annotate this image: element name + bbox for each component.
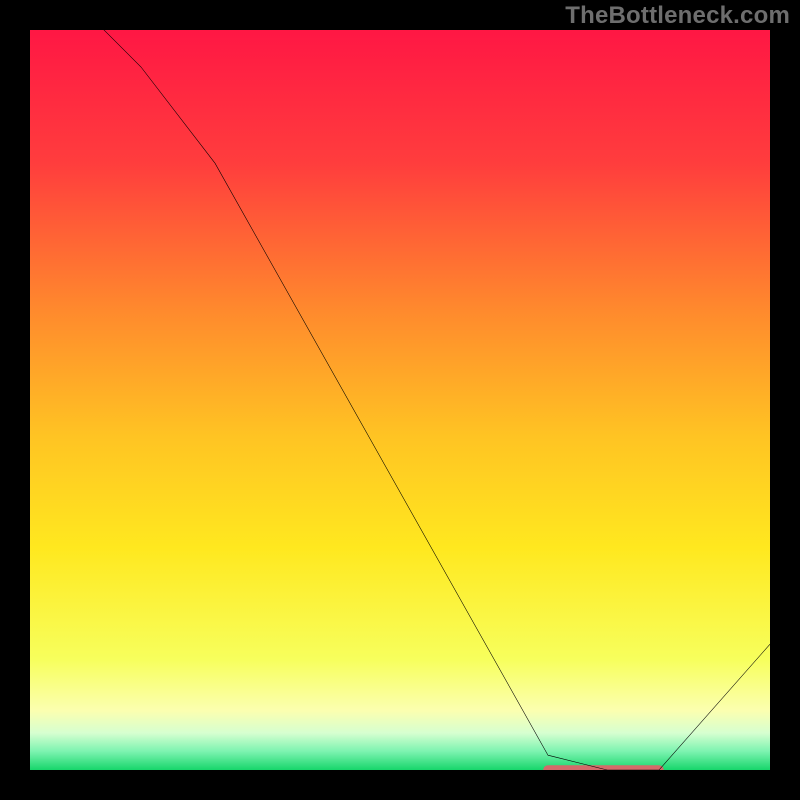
chart-plot [30, 30, 770, 770]
chart-container: TheBottleneck.com [0, 0, 800, 800]
chart-background [30, 30, 770, 770]
watermark-text: TheBottleneck.com [565, 2, 790, 30]
